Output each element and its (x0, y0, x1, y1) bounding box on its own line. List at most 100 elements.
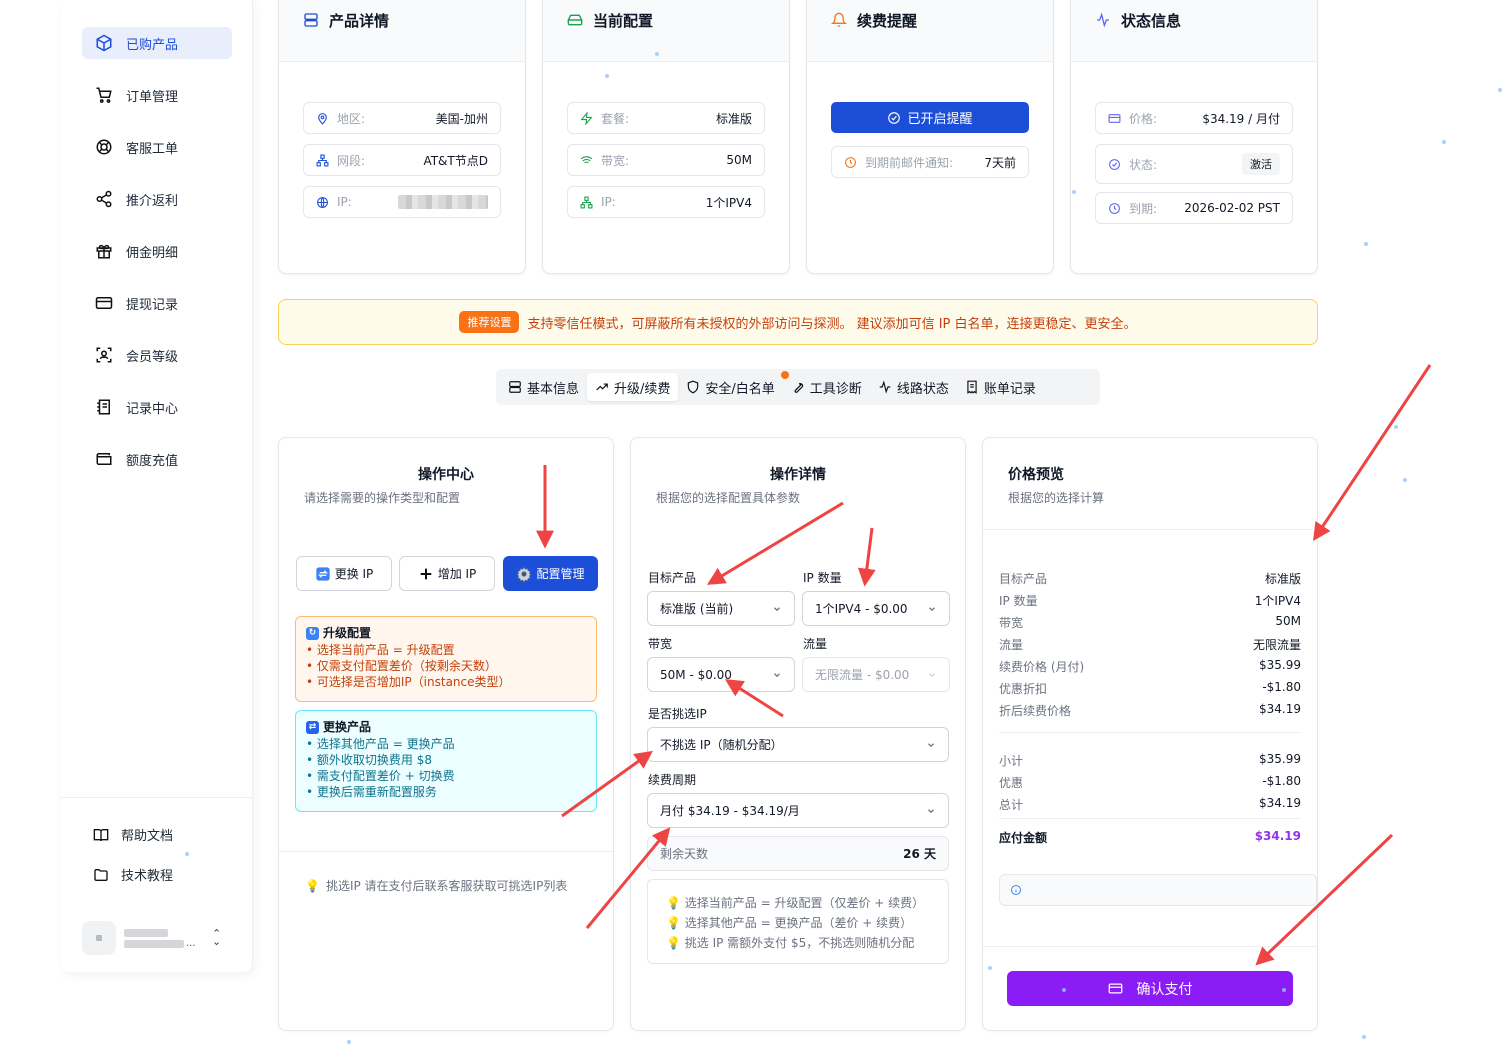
sidebar-item-label: 推介返利 (126, 193, 179, 209)
check-circle-icon (1109, 158, 1120, 170)
card-icon (1108, 983, 1122, 994)
tab-billing-records[interactable]: 账单记录 (957, 373, 1044, 401)
sparkle-dot (1498, 88, 1502, 92)
sidebar-item-label: 会员等级 (126, 349, 179, 365)
price-row: 续费价格 (月付) $35.99 (999, 658, 1301, 675)
sidebar-item-recharge[interactable]: 额度充值 (82, 443, 232, 475)
panel-title: 价格预览 (1008, 467, 1064, 483)
sidebar-item-commission[interactable]: 佣金明细 (82, 235, 232, 267)
sidebar-divider (61, 797, 253, 798)
panel-title: 操作详情 (770, 467, 826, 483)
price-row: 折后续费价格 $34.19 (999, 702, 1301, 719)
sparkle-dot (185, 852, 189, 856)
sidebar-item-label: 佣金明细 (126, 245, 179, 261)
renew-reminder-card: 续费提醒 已开启提醒 到期前邮件通知: 7天前 (806, 0, 1054, 274)
card-title: 产品详情 (329, 12, 390, 30)
region-row: 地区: 美国-加州 (303, 102, 501, 134)
add-ip-button[interactable]: 增加 IP (399, 556, 495, 591)
change-ip-button[interactable]: 更换 IP (296, 556, 392, 591)
sidebar-item-referral[interactable]: 推介返利 (82, 183, 232, 215)
price-key: 总计 (999, 798, 1024, 812)
tip-line: 💡 挑选 IP 需额外支付 $5，不挑选则随机分配 (666, 936, 915, 950)
chevron-down-icon (928, 808, 934, 813)
coupon-input[interactable] (999, 874, 1317, 906)
map-pin-icon (318, 112, 327, 125)
sidebar-item-withdraw[interactable]: 提现记录 (82, 287, 232, 319)
row-label: IP: (337, 195, 352, 209)
server-icon (304, 13, 318, 27)
sparkle-dot (1062, 988, 1066, 992)
amount-due-row: 应付金额 $34.19 (999, 829, 1301, 846)
plan-row: 套餐: 标准版 (567, 102, 765, 134)
lightbulb-icon: 💡 (666, 896, 685, 910)
tutorials-link[interactable]: 技术教程 (93, 865, 173, 884)
note-line: • 额外收取切换费用 $8 (306, 753, 432, 767)
bolt-icon (580, 111, 593, 125)
select-value: 月付 $34.19 - $34.19/月 (660, 804, 800, 818)
discount-row: 优惠 -$1.80 (999, 774, 1301, 791)
totals-divider (999, 732, 1301, 733)
note-line: • 更换后需重新配置服务 (306, 785, 437, 799)
page: 已购产品 订单管理 客服工单 推介返利 佣金明细 提现记录 会员等级 记录中心 (0, 0, 1508, 1052)
notebook-icon (94, 397, 114, 417)
sidebar-item-tickets[interactable]: 客服工单 (82, 131, 232, 163)
button-label: 已开启提醒 (907, 112, 973, 127)
tab-basic-info[interactable]: 基本信息 (500, 373, 587, 401)
tab-security-whitelist[interactable]: 安全/白名单 (678, 371, 789, 401)
row-label: 套餐: (601, 111, 630, 126)
total-row: 总计 $34.19 (999, 796, 1301, 813)
panel-subtitle: 根据您的选择计算 (1008, 491, 1105, 505)
help-docs-link[interactable]: 帮助文档 (93, 825, 173, 844)
price-value: $35.99 (1259, 752, 1301, 766)
gift-icon (94, 241, 114, 261)
target-product-select[interactable]: 标准版 (当前) (647, 591, 795, 626)
wifi-icon (580, 155, 593, 165)
sparkle-dot (605, 74, 609, 78)
row-label: 到期: (1129, 201, 1158, 216)
note-title: ⇄ 更换产品 (306, 719, 586, 735)
tab-tool-diagnostics[interactable]: 工具诊断 (783, 373, 870, 401)
reminder-enabled-button[interactable]: 已开启提醒 (831, 102, 1029, 133)
ip-count-select[interactable]: 1个IPV4 - $0.00 (802, 591, 950, 626)
user-menu[interactable]: ... ⌃ ⌄ (82, 920, 237, 956)
sparkle-dot (1442, 140, 1446, 144)
folder-icon (94, 868, 108, 881)
email-notice-row: 到期前邮件通知: 7天前 (831, 146, 1029, 178)
chevron-down-icon (774, 606, 780, 611)
lightbulb-icon: 💡 (305, 878, 320, 893)
tab-upgrade-renew[interactable]: 升级/续费 (587, 373, 679, 401)
lightbulb-icon: 💡 (666, 936, 685, 950)
sidebar-item-records[interactable]: 记录中心 (82, 391, 232, 423)
sidebar-item-membership[interactable]: 会员等级 (82, 339, 232, 371)
renew-cycle-select[interactable]: 月付 $34.19 - $34.19/月 (647, 793, 949, 828)
price-value: $34.19 (1259, 796, 1301, 810)
pick-ip-select[interactable]: 不挑选 IP（随机分配） (647, 727, 949, 762)
config-manage-button[interactable]: 配置管理 (503, 556, 598, 591)
status-badge: 激活 (1242, 153, 1280, 175)
sidebar-item-purchased[interactable]: 已购产品 (82, 27, 232, 59)
sparkle-dot (1403, 478, 1407, 482)
price-key: 流量 (999, 638, 1024, 652)
price-value: $35.99 (1259, 658, 1301, 672)
ip-redacted (398, 195, 488, 209)
pick-ip-label: 是否挑选IP (648, 707, 707, 721)
row-value: 2026-02-02 PST (1184, 201, 1280, 215)
note-line: • 仅需支付配置差价（按剩余天数） (306, 659, 497, 673)
current-config-card: 当前配置 套餐: 标准版 带宽: 50M IP: 1个IPV4 (542, 0, 790, 274)
confirm-payment-button[interactable]: 确认支付 (1007, 971, 1293, 1006)
traffic-label: 流量 (803, 637, 828, 651)
help-docs-label: 帮助文档 (121, 829, 174, 844)
lifebuoy-icon (94, 137, 114, 157)
bandwidth-select[interactable]: 50M - $0.00 (647, 657, 795, 692)
price-key: 折后续费价格 (999, 704, 1072, 718)
swap-icon (316, 566, 330, 581)
tab-line-status[interactable]: 线路状态 (870, 373, 957, 401)
select-value: 1个IPV4 - $0.00 (815, 602, 908, 616)
wrench-icon (794, 383, 803, 393)
card-header: 状态信息 (1071, 0, 1317, 62)
gear-icon (517, 566, 532, 582)
sidebar-item-orders[interactable]: 订单管理 (82, 79, 232, 111)
note-line: • 选择其他产品 = 更换产品 (306, 737, 455, 751)
price-row: 带宽 50M (999, 614, 1301, 631)
user-name-ellipsis: ... (186, 937, 196, 949)
